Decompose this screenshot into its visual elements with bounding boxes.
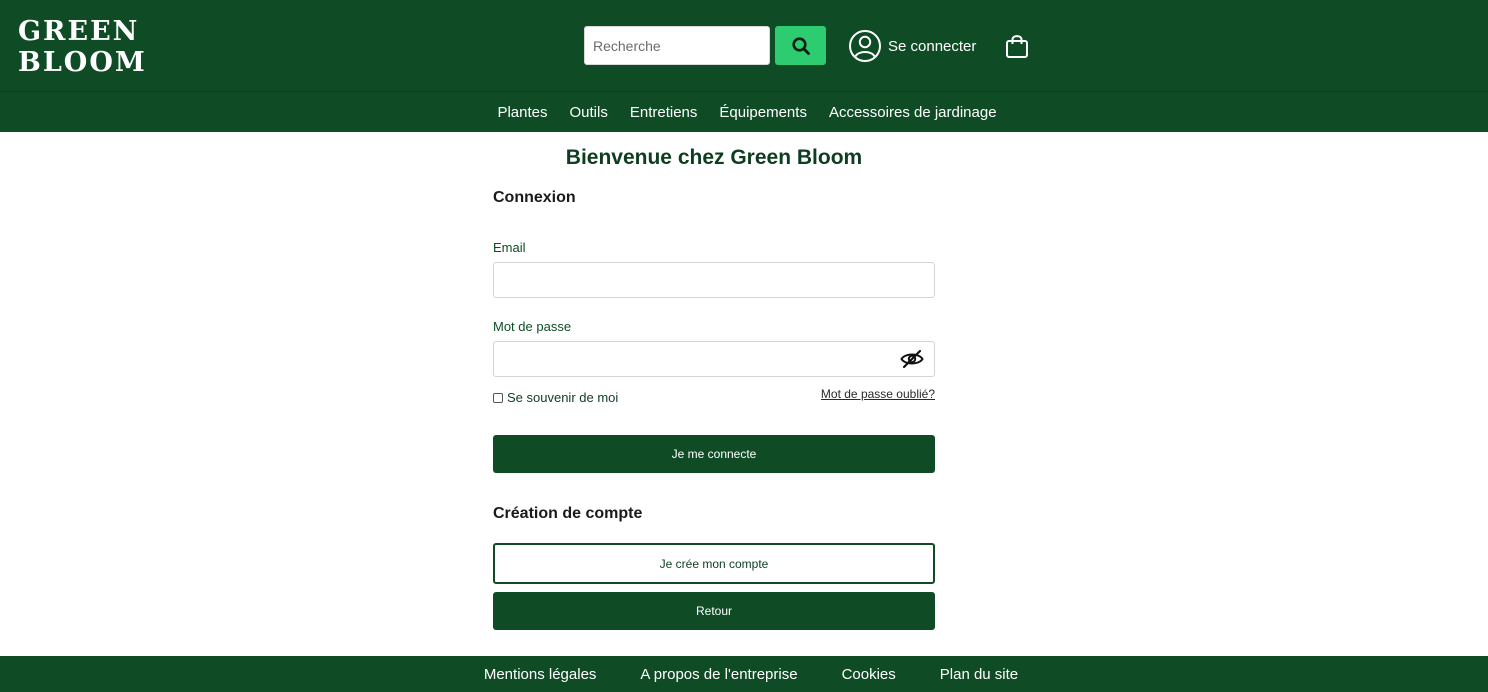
user-circle-icon	[849, 30, 881, 62]
nav-item-entretiens[interactable]: Entretiens	[619, 104, 709, 121]
create-account-button[interactable]: Je crée mon compte	[493, 543, 935, 584]
eye-slash-icon	[900, 349, 924, 369]
login-link[interactable]: Se connecter	[848, 28, 976, 64]
email-field[interactable]	[493, 262, 935, 298]
logo-line-2: BLOOM	[18, 47, 147, 78]
login-link-label: Se connecter	[888, 37, 977, 55]
remember-me-checkbox[interactable]	[493, 392, 503, 403]
remember-me-label: Se souvenir de moi	[507, 390, 619, 405]
password-toggle[interactable]	[900, 348, 924, 370]
logo-line-1: GREEN	[18, 16, 140, 47]
shopping-bag-icon	[1006, 35, 1028, 58]
cart-button[interactable]	[1004, 32, 1030, 60]
logo[interactable]: GREEN BLOOM	[18, 16, 147, 78]
site-footer: Mentions légales A propos de l'entrepris…	[0, 656, 1488, 692]
forgot-password-link[interactable]: Mot de passe oublié?	[815, 387, 935, 401]
search-button[interactable]	[775, 26, 826, 65]
password-label: Mot de passe	[493, 319, 572, 334]
page-title: Bienvenue chez Green Bloom	[565, 146, 863, 169]
nav-item-accessoires[interactable]: Accessoires de jardinage	[818, 104, 1008, 121]
create-account-title: Création de compte	[493, 505, 643, 522]
footer-link-a-propos[interactable]: A propos de l'entreprise	[618, 666, 819, 683]
search-input[interactable]	[584, 26, 770, 65]
nav-item-equipements[interactable]: Équipements	[708, 104, 818, 121]
search-icon	[791, 36, 810, 55]
remember-me[interactable]: Se souvenir de moi	[493, 390, 618, 405]
email-label: Email	[493, 240, 526, 255]
login-section-title: Connexion	[493, 189, 576, 206]
footer-link-cookies[interactable]: Cookies	[820, 666, 918, 683]
main-nav: Plantes Outils Entretiens Équipements Ac…	[0, 91, 1488, 132]
footer-link-plan-du-site[interactable]: Plan du site	[918, 666, 1040, 683]
back-button[interactable]: Retour	[493, 592, 935, 630]
footer-link-mentions-legales[interactable]: Mentions légales	[462, 666, 619, 683]
nav-item-outils[interactable]: Outils	[559, 104, 619, 121]
login-button[interactable]: Je me connecte	[493, 435, 935, 473]
site-header: GREEN BLOOM Se connecter	[0, 0, 1488, 91]
nav-item-plantes[interactable]: Plantes	[486, 104, 558, 121]
password-field[interactable]	[493, 341, 935, 377]
